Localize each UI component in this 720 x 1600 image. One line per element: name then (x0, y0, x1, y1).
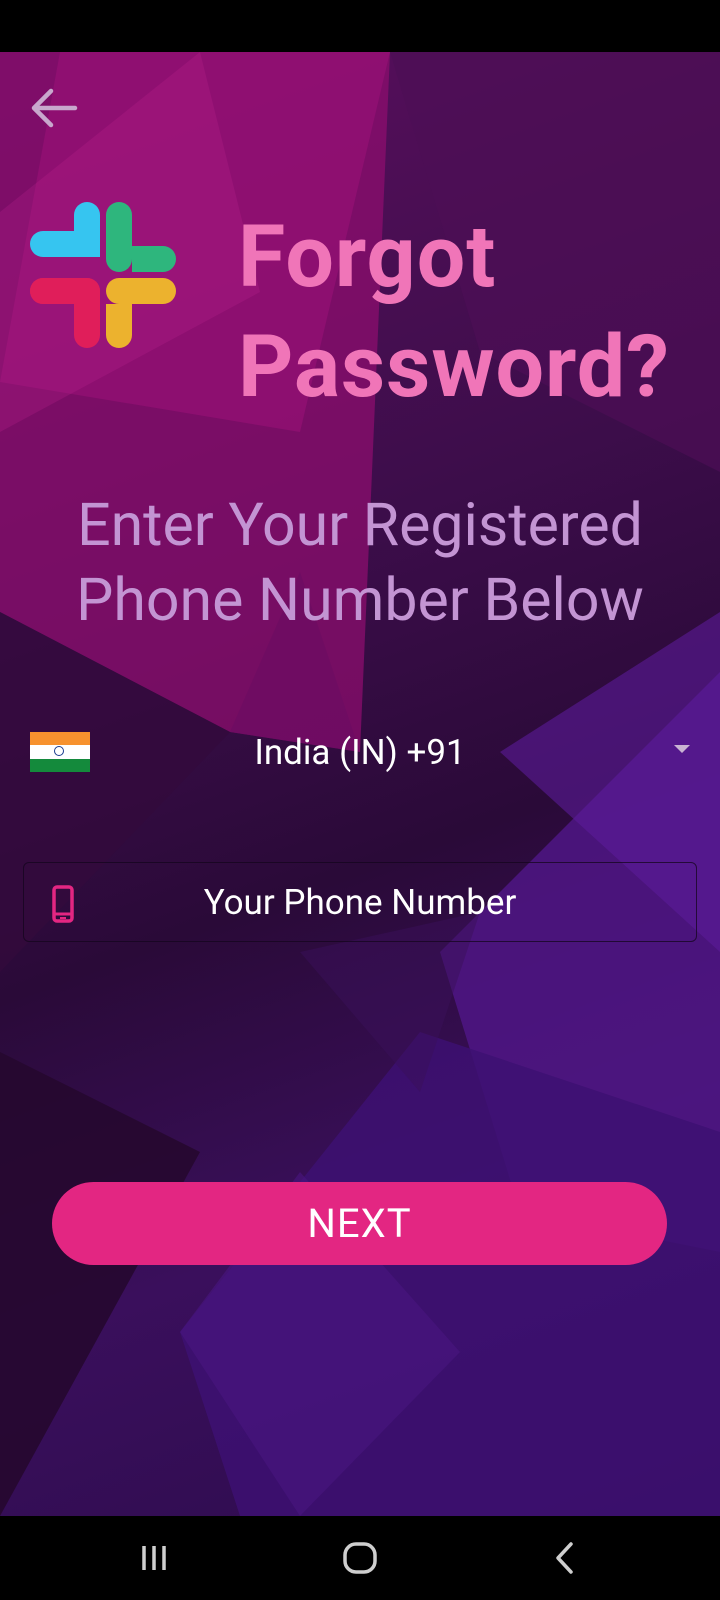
screen: Forgot Password? Enter Your Registered P… (0, 0, 720, 1600)
instruction-text: Enter Your Registered Phone Number Below (0, 488, 720, 638)
arrow-left-icon (31, 88, 78, 128)
system-navigation-bar (0, 1516, 720, 1600)
status-bar (0, 0, 720, 52)
home-icon[interactable] (340, 1538, 380, 1578)
title-line-1: Forgot (238, 206, 497, 307)
next-button[interactable]: NEXT (52, 1182, 667, 1265)
slack-logo-icon (30, 202, 176, 348)
forgot-password-screen: Forgot Password? Enter Your Registered P… (0, 52, 720, 1516)
instruction-line-2: Phone Number Below (76, 566, 644, 635)
page-title: Forgot Password? (238, 202, 718, 422)
title-line-2: Password? (238, 316, 670, 417)
country-code-picker[interactable]: India (IN) +91 (30, 717, 690, 787)
back-icon[interactable] (546, 1538, 586, 1578)
phone-number-input[interactable]: Your Phone Number (23, 862, 697, 942)
instruction-line-1: Enter Your Registered (77, 491, 643, 560)
caret-down-icon (674, 745, 690, 753)
selected-country: India (IN) +91 (254, 732, 466, 773)
phone-number-placeholder: Your Phone Number (203, 882, 517, 923)
back-button[interactable] (26, 80, 82, 136)
recents-icon[interactable] (134, 1538, 174, 1578)
